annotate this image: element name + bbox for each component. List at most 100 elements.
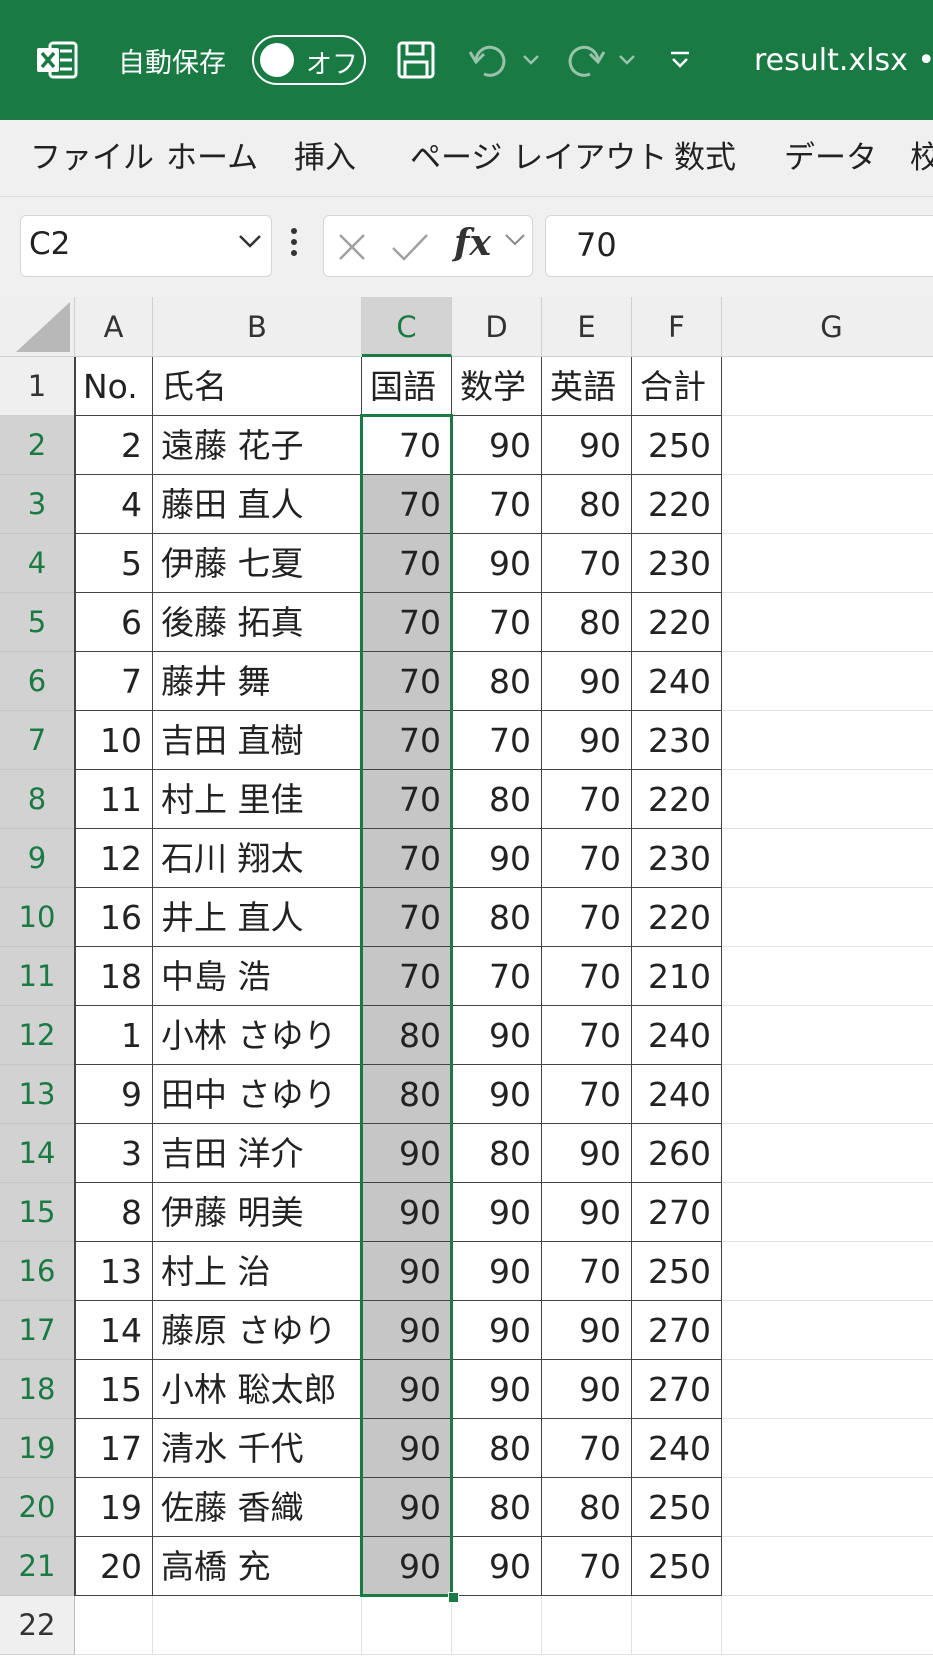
cell-f22[interactable] <box>632 1596 722 1655</box>
customize-quick-access-icon[interactable] <box>668 0 692 120</box>
cell-e4[interactable]: 70 <box>542 534 632 593</box>
cell-e5[interactable]: 80 <box>542 593 632 652</box>
cell-e3[interactable]: 80 <box>542 475 632 534</box>
cell-b17[interactable]: 藤原 さゆり <box>153 1301 362 1360</box>
cell-d8[interactable]: 80 <box>452 770 542 829</box>
row-header-22[interactable]: 22 <box>0 1596 75 1655</box>
select-all-corner[interactable] <box>0 297 75 357</box>
cell-d13[interactable]: 90 <box>452 1065 542 1124</box>
cell-d12[interactable]: 90 <box>452 1006 542 1065</box>
cell-d21[interactable]: 90 <box>452 1537 542 1596</box>
cell-e16[interactable]: 70 <box>542 1242 632 1301</box>
more-vert-icon[interactable] <box>290 227 298 261</box>
cell-d3[interactable]: 70 <box>452 475 542 534</box>
cell-e20[interactable]: 80 <box>542 1478 632 1537</box>
cell-g3[interactable] <box>722 475 933 534</box>
redo-chevron-down-icon[interactable] <box>618 0 636 120</box>
cell-c21[interactable]: 90 <box>362 1537 452 1596</box>
cell-c12[interactable]: 80 <box>362 1006 452 1065</box>
cell-b18[interactable]: 小林 聡太郎 <box>153 1360 362 1419</box>
cell-f19[interactable]: 240 <box>632 1419 722 1478</box>
cell-b11[interactable]: 中島 浩 <box>153 947 362 1006</box>
cell-f5[interactable]: 220 <box>632 593 722 652</box>
cell-f20[interactable]: 250 <box>632 1478 722 1537</box>
column-header-g[interactable]: G <box>722 297 933 357</box>
cell-g17[interactable] <box>722 1301 933 1360</box>
column-header-b[interactable]: B <box>153 297 362 357</box>
cell-e2[interactable]: 90 <box>542 416 632 475</box>
cell-g7[interactable] <box>722 711 933 770</box>
fill-handle[interactable] <box>448 1592 459 1603</box>
cell-f12[interactable]: 240 <box>632 1006 722 1065</box>
cell-b19[interactable]: 清水 千代 <box>153 1419 362 1478</box>
cell-e7[interactable]: 90 <box>542 711 632 770</box>
cell-f18[interactable]: 270 <box>632 1360 722 1419</box>
cell-b21[interactable]: 高橋 充 <box>153 1537 362 1596</box>
row-header-12[interactable]: 12 <box>0 1006 75 1065</box>
cell-c13[interactable]: 80 <box>362 1065 452 1124</box>
cell-b5[interactable]: 後藤 拓真 <box>153 593 362 652</box>
cell-c19[interactable]: 90 <box>362 1419 452 1478</box>
tab-home[interactable]: ホーム <box>166 120 258 196</box>
cell-d9[interactable]: 90 <box>452 829 542 888</box>
chevron-down-icon[interactable] <box>237 232 263 254</box>
cell-c9[interactable]: 70 <box>362 829 452 888</box>
cell-d20[interactable]: 80 <box>452 1478 542 1537</box>
cell-e14[interactable]: 90 <box>542 1124 632 1183</box>
cell-b13[interactable]: 田中 さゆり <box>153 1065 362 1124</box>
cell-a9[interactable]: 12 <box>75 829 153 888</box>
cell-a16[interactable]: 13 <box>75 1242 153 1301</box>
cell-d5[interactable]: 70 <box>452 593 542 652</box>
cell-g13[interactable] <box>722 1065 933 1124</box>
cell-b12[interactable]: 小林 さゆり <box>153 1006 362 1065</box>
cell-g6[interactable] <box>722 652 933 711</box>
cell-a13[interactable]: 9 <box>75 1065 153 1124</box>
cell-a14[interactable]: 3 <box>75 1124 153 1183</box>
undo-icon[interactable] <box>466 0 510 120</box>
cell-f17[interactable]: 270 <box>632 1301 722 1360</box>
row-header-19[interactable]: 19 <box>0 1419 75 1478</box>
row-header-13[interactable]: 13 <box>0 1065 75 1124</box>
cell-f10[interactable]: 220 <box>632 888 722 947</box>
cell-c17[interactable]: 90 <box>362 1301 452 1360</box>
cell-c10[interactable]: 70 <box>362 888 452 947</box>
row-header-4[interactable]: 4 <box>0 534 75 593</box>
row-header-11[interactable]: 11 <box>0 947 75 1006</box>
cell-g8[interactable] <box>722 770 933 829</box>
cell-c4[interactable]: 70 <box>362 534 452 593</box>
cell-g10[interactable] <box>722 888 933 947</box>
fx-chevron-down-icon[interactable] <box>504 232 526 252</box>
cell-a2[interactable]: 2 <box>75 416 153 475</box>
row-header-5[interactable]: 5 <box>0 593 75 652</box>
cell-f1[interactable]: 合計 <box>632 357 722 416</box>
cell-f21[interactable]: 250 <box>632 1537 722 1596</box>
row-header-17[interactable]: 17 <box>0 1301 75 1360</box>
row-header-14[interactable]: 14 <box>0 1124 75 1183</box>
cell-b3[interactable]: 藤田 直人 <box>153 475 362 534</box>
row-header-8[interactable]: 8 <box>0 770 75 829</box>
cell-e9[interactable]: 70 <box>542 829 632 888</box>
cell-b9[interactable]: 石川 翔太 <box>153 829 362 888</box>
cell-b14[interactable]: 吉田 洋介 <box>153 1124 362 1183</box>
cell-d1[interactable]: 数学 <box>452 357 542 416</box>
cell-e17[interactable]: 90 <box>542 1301 632 1360</box>
cell-f9[interactable]: 230 <box>632 829 722 888</box>
cell-d7[interactable]: 70 <box>452 711 542 770</box>
cell-g18[interactable] <box>722 1360 933 1419</box>
enter-icon[interactable] <box>390 231 430 267</box>
cell-c3[interactable]: 70 <box>362 475 452 534</box>
cell-f7[interactable]: 230 <box>632 711 722 770</box>
cell-c11[interactable]: 70 <box>362 947 452 1006</box>
cell-f11[interactable]: 210 <box>632 947 722 1006</box>
cell-e15[interactable]: 90 <box>542 1183 632 1242</box>
row-header-6[interactable]: 6 <box>0 652 75 711</box>
cell-c20[interactable]: 90 <box>362 1478 452 1537</box>
cell-d2[interactable]: 90 <box>452 416 542 475</box>
cell-a6[interactable]: 7 <box>75 652 153 711</box>
cell-a22[interactable] <box>75 1596 153 1655</box>
cell-f3[interactable]: 220 <box>632 475 722 534</box>
row-header-1[interactable]: 1 <box>0 357 75 416</box>
cell-f16[interactable]: 250 <box>632 1242 722 1301</box>
column-header-e[interactable]: E <box>542 297 632 357</box>
name-box[interactable]: C2 <box>20 215 272 277</box>
